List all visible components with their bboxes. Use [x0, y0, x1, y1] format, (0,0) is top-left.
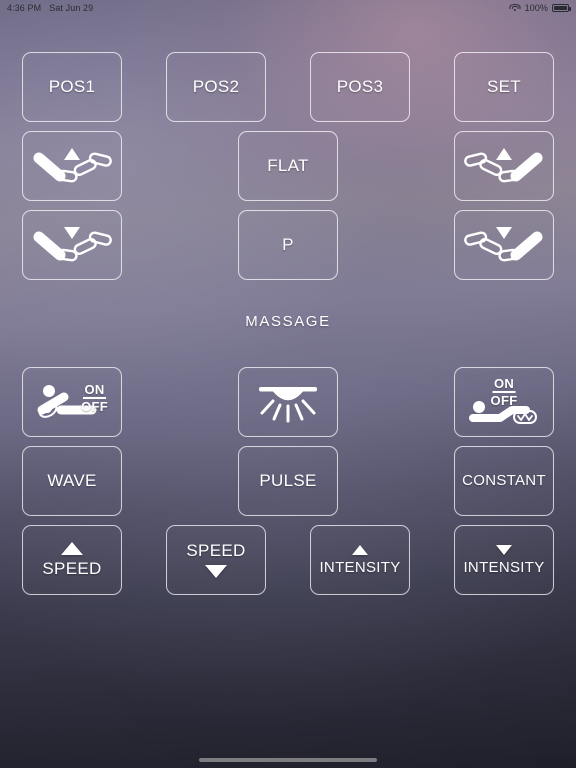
set-label: SET	[487, 77, 521, 97]
intensity-down-content: INTENSITY	[463, 544, 545, 576]
head-massage-off-label: OFF	[81, 399, 108, 414]
pos1-button[interactable]: POS1	[22, 52, 122, 122]
speed-up-label: SPEED	[42, 559, 102, 579]
intensity-up-label: INTENSITY	[319, 558, 401, 576]
constant-label: CONSTANT	[462, 472, 546, 490]
p-button[interactable]: P	[238, 210, 338, 280]
foot-massage-onoff-label: ON OFF	[491, 377, 518, 407]
head-down-button[interactable]	[22, 210, 122, 280]
battery-percent-label: 100%	[524, 3, 548, 13]
foot-massage-on-label: ON	[492, 376, 516, 393]
intensity-down-label: INTENSITY	[463, 558, 545, 576]
constant-mode-button[interactable]: CONSTANT	[454, 446, 554, 516]
pulse-mode-button[interactable]: PULSE	[238, 446, 338, 516]
pulse-label: PULSE	[259, 471, 317, 491]
status-bar-time: 4:36 PM	[7, 3, 42, 13]
flat-label: FLAT	[267, 156, 309, 176]
battery-full-icon	[552, 4, 571, 12]
status-bar-right: 100%	[509, 3, 571, 13]
flat-button[interactable]: FLAT	[238, 131, 338, 201]
home-indicator[interactable]	[199, 758, 377, 762]
speed-up-content: SPEED	[42, 542, 101, 578]
wifi-icon	[509, 3, 521, 13]
status-bar-date: Sat Jun 29	[49, 3, 94, 13]
speed-down-label: SPEED	[186, 541, 246, 561]
head-up-button[interactable]	[22, 131, 122, 201]
head-up-icon	[33, 148, 112, 183]
head-massage-toggle-button[interactable]: ON OFF	[22, 367, 122, 437]
foot-massage-off-label: OFF	[490, 393, 518, 408]
wave-mode-button[interactable]: WAVE	[22, 446, 122, 516]
status-bar-left: 4:36 PM Sat Jun 29	[7, 3, 93, 13]
triangle-down-icon	[204, 564, 227, 578]
intensity-down-button[interactable]: INTENSITY	[454, 525, 554, 595]
massage-section-label: MASSAGE	[245, 313, 331, 330]
underbed-light-button[interactable]	[238, 367, 338, 437]
pos3-button[interactable]: POS3	[310, 52, 410, 122]
pos2-button[interactable]: POS2	[166, 52, 266, 122]
foot-up-button[interactable]	[454, 131, 554, 201]
speed-down-content: SPEED	[186, 542, 245, 578]
set-button[interactable]: SET	[454, 52, 554, 122]
triangle-up-icon	[351, 544, 368, 555]
wave-label: WAVE	[47, 471, 97, 491]
intensity-up-content: INTENSITY	[319, 544, 401, 576]
head-massage-on-label: ON	[83, 382, 106, 399]
head-massage-onoff-label: ON OFF	[81, 383, 108, 413]
app-root: 4:36 PM Sat Jun 29 100% POS1 POS2 POS3 S…	[0, 0, 576, 768]
triangle-up-icon	[60, 542, 83, 556]
foot-up-icon	[464, 148, 543, 183]
pos2-label: POS2	[192, 77, 240, 97]
status-bar: 4:36 PM Sat Jun 29 100%	[0, 0, 576, 16]
speed-down-button[interactable]: SPEED	[166, 525, 266, 595]
foot-down-button[interactable]	[454, 210, 554, 280]
speed-up-button[interactable]: SPEED	[22, 525, 122, 595]
foot-massage-toggle-button[interactable]: ON OFF	[454, 367, 554, 437]
pos3-label: POS3	[336, 77, 384, 97]
head-down-icon	[33, 227, 112, 262]
intensity-up-button[interactable]: INTENSITY	[310, 525, 410, 595]
foot-down-icon	[464, 227, 543, 262]
triangle-down-icon	[495, 544, 512, 555]
underbed-light-icon	[259, 387, 317, 423]
pos1-label: POS1	[48, 77, 96, 97]
p-label: P	[282, 235, 294, 255]
